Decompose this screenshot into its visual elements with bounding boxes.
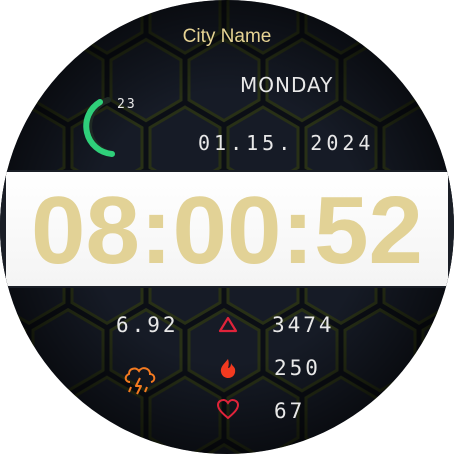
time-display: 08:00:52 <box>31 177 423 284</box>
battery-value: 23 <box>117 97 137 112</box>
heart-rate-value: 67 <box>274 399 306 423</box>
weekday-label: MONDAY <box>240 73 334 97</box>
distance-value: 6.92 <box>116 313 179 337</box>
steps-value: 3474 <box>272 313 335 337</box>
watch-face-background: 08:00:52 <box>0 0 454 454</box>
calories-value: 250 <box>274 356 321 380</box>
date-label: 01.15. 2024 <box>198 131 375 155</box>
city-name: City Name <box>182 26 272 47</box>
watch-face: 08:00:52 City Name MONDAY 23 01.15. 2024… <box>0 0 454 454</box>
